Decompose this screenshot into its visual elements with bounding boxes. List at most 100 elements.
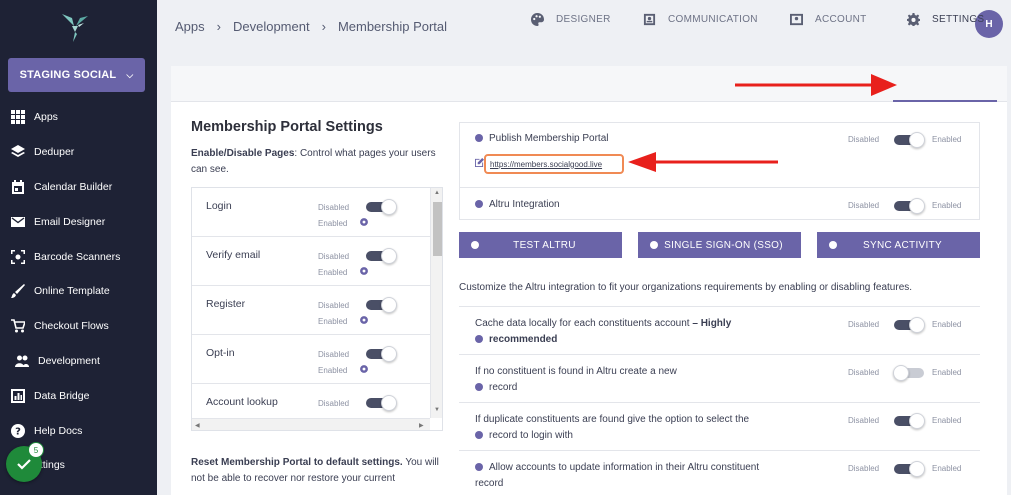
layers-icon xyxy=(10,144,26,160)
sidebar-item-help-docs[interactable]: ? Help Docs xyxy=(0,413,157,448)
disabled-label: Disabled xyxy=(848,135,880,144)
scroll-up-icon[interactable]: ▲ xyxy=(434,190,440,196)
portal-url-link[interactable]: https://members.socialgood.live xyxy=(484,154,624,174)
sidebar-item-label: Development xyxy=(38,354,100,367)
row-toggle[interactable] xyxy=(894,413,925,429)
row-toggle[interactable] xyxy=(893,365,924,381)
svg-text:?: ? xyxy=(15,426,21,437)
sidebar-item-online-template[interactable]: Online Template xyxy=(0,274,157,309)
page-toggle[interactable] xyxy=(366,297,397,313)
page-toggle[interactable] xyxy=(366,248,397,264)
sidebar-item-email-designer[interactable]: Email Designer xyxy=(0,204,157,239)
sidebar-item-development[interactable]: Development xyxy=(0,344,157,379)
sso-button[interactable]: SINGLE SIGN-ON (SSO) xyxy=(638,232,801,258)
row-line2: record xyxy=(489,382,518,393)
tab-bar xyxy=(171,66,1007,102)
info-icon xyxy=(475,200,483,209)
row-text: Cache data locally for each constituents… xyxy=(475,316,805,348)
info-icon xyxy=(475,463,483,472)
contact-card-icon xyxy=(643,13,656,25)
people-icon xyxy=(14,353,30,369)
gear-icon xyxy=(907,12,920,26)
enabled-label: Enabled xyxy=(932,320,962,329)
disabled-label: Disabled xyxy=(318,252,350,261)
gear-icon[interactable] xyxy=(359,217,369,227)
chevron-down-icon: ⌵ xyxy=(126,69,134,80)
sidebar-item-calendar-builder[interactable]: Calendar Builder xyxy=(0,170,157,205)
horizontal-scrollbar[interactable]: ◀ ▶ xyxy=(192,418,430,430)
customize-description: Customize the Altru integration to fit y… xyxy=(459,282,913,293)
table-row: Allow accounts to update information in … xyxy=(459,450,980,495)
tab-label: COMMUNICATION xyxy=(668,13,758,25)
button-label: TEST ALTRU xyxy=(513,239,576,251)
calendar-icon xyxy=(10,179,26,195)
list-item: Register Disabled Enabled xyxy=(192,286,430,335)
page-label: Login xyxy=(206,200,232,212)
tab-settings[interactable]: SETTINGS xyxy=(907,8,984,30)
sidebar-item-barcode-scanners[interactable]: Barcode Scanners xyxy=(0,239,157,274)
notification-badge: 5 xyxy=(28,442,44,458)
sync-activity-button[interactable]: SYNC ACTIVITY xyxy=(817,232,980,258)
hummingbird-logo-icon[interactable] xyxy=(58,10,92,44)
enabled-label: Enabled xyxy=(932,368,962,377)
tab-communication[interactable]: COMMUNICATION xyxy=(643,8,758,30)
enabled-label: Enabled xyxy=(932,135,962,144)
altru-row-label: Altru Integration xyxy=(475,197,805,213)
page-toggle[interactable] xyxy=(366,199,397,215)
sidebar-item-checkout-flows[interactable]: Checkout Flows xyxy=(0,309,157,344)
altru-toggle[interactable] xyxy=(894,198,925,214)
sidebar-item-label: Checkout Flows xyxy=(34,320,109,333)
pages-list[interactable]: Login Disabled Enabled Verify email Disa… xyxy=(191,187,443,431)
tab-designer[interactable]: DESIGNER xyxy=(531,8,611,30)
scroll-left-icon[interactable]: ◀ xyxy=(195,422,200,429)
enabled-label: Enabled xyxy=(932,464,962,473)
sidebar-item-label: Data Bridge xyxy=(34,389,90,402)
enabled-label: Enabled xyxy=(318,268,348,277)
org-switcher-button[interactable]: STAGING SOCIAL ⌵ xyxy=(8,58,145,92)
row-toggle[interactable] xyxy=(894,317,925,333)
page-toggle[interactable] xyxy=(366,395,397,411)
help-icon: ? xyxy=(10,423,26,439)
disabled-label: Disabled xyxy=(318,301,350,310)
row-line1: If no constituent is found in Altru crea… xyxy=(475,366,677,377)
vertical-scrollbar[interactable]: ▲ ▼ xyxy=(430,188,442,418)
page-label: Opt-in xyxy=(206,347,235,359)
row-line1-bold: – Highly xyxy=(692,318,732,329)
brush-icon xyxy=(10,283,26,299)
table-row: If no constituent is found in Altru crea… xyxy=(459,354,980,402)
scrollbar-thumb[interactable] xyxy=(433,202,442,256)
mail-icon xyxy=(10,214,26,230)
enabled-label: Enabled xyxy=(318,219,348,228)
disabled-label: Disabled xyxy=(848,201,880,210)
scan-icon xyxy=(10,249,26,265)
tab-account[interactable]: ACCOUNT xyxy=(790,8,867,30)
gear-icon[interactable] xyxy=(359,315,369,325)
row-line1: If duplicate constituents are found give… xyxy=(475,414,750,425)
breadcrumb-apps[interactable]: Apps xyxy=(175,19,205,34)
sidebar-nav: Apps Deduper Calendar Builder Email Desi… xyxy=(0,100,157,483)
info-icon xyxy=(475,431,483,440)
publish-toggle[interactable] xyxy=(894,132,925,148)
divider xyxy=(459,187,980,188)
info-icon xyxy=(475,383,483,392)
sidebar-item-deduper[interactable]: Deduper xyxy=(0,135,157,170)
sidebar-item-apps[interactable]: Apps xyxy=(0,100,157,135)
scroll-down-icon[interactable]: ▼ xyxy=(434,407,440,413)
page-label: Account lookup xyxy=(206,396,278,408)
row-toggle[interactable] xyxy=(894,461,925,477)
button-label: SINGLE SIGN-ON (SSO) xyxy=(664,239,783,251)
gear-icon[interactable] xyxy=(359,266,369,276)
scroll-right-icon[interactable]: ▶ xyxy=(419,422,424,429)
test-altru-button[interactable]: TEST ALTRU xyxy=(459,232,622,258)
gear-icon[interactable] xyxy=(359,364,369,374)
sidebar-item-label: Email Designer xyxy=(34,215,106,228)
breadcrumb-development[interactable]: Development xyxy=(233,19,310,34)
enabled-label: Enabled xyxy=(318,317,348,326)
reset-description: Reset Membership Portal to default setti… xyxy=(191,455,441,487)
sidebar-item-data-bridge[interactable]: Data Bridge xyxy=(0,378,157,413)
disabled-label: Disabled xyxy=(318,203,350,212)
page-toggle[interactable] xyxy=(366,346,397,362)
table-row: If duplicate constituents are found give… xyxy=(459,402,980,450)
edit-icon[interactable] xyxy=(475,158,484,167)
breadcrumb: Apps › Development › Membership Portal xyxy=(175,19,447,34)
